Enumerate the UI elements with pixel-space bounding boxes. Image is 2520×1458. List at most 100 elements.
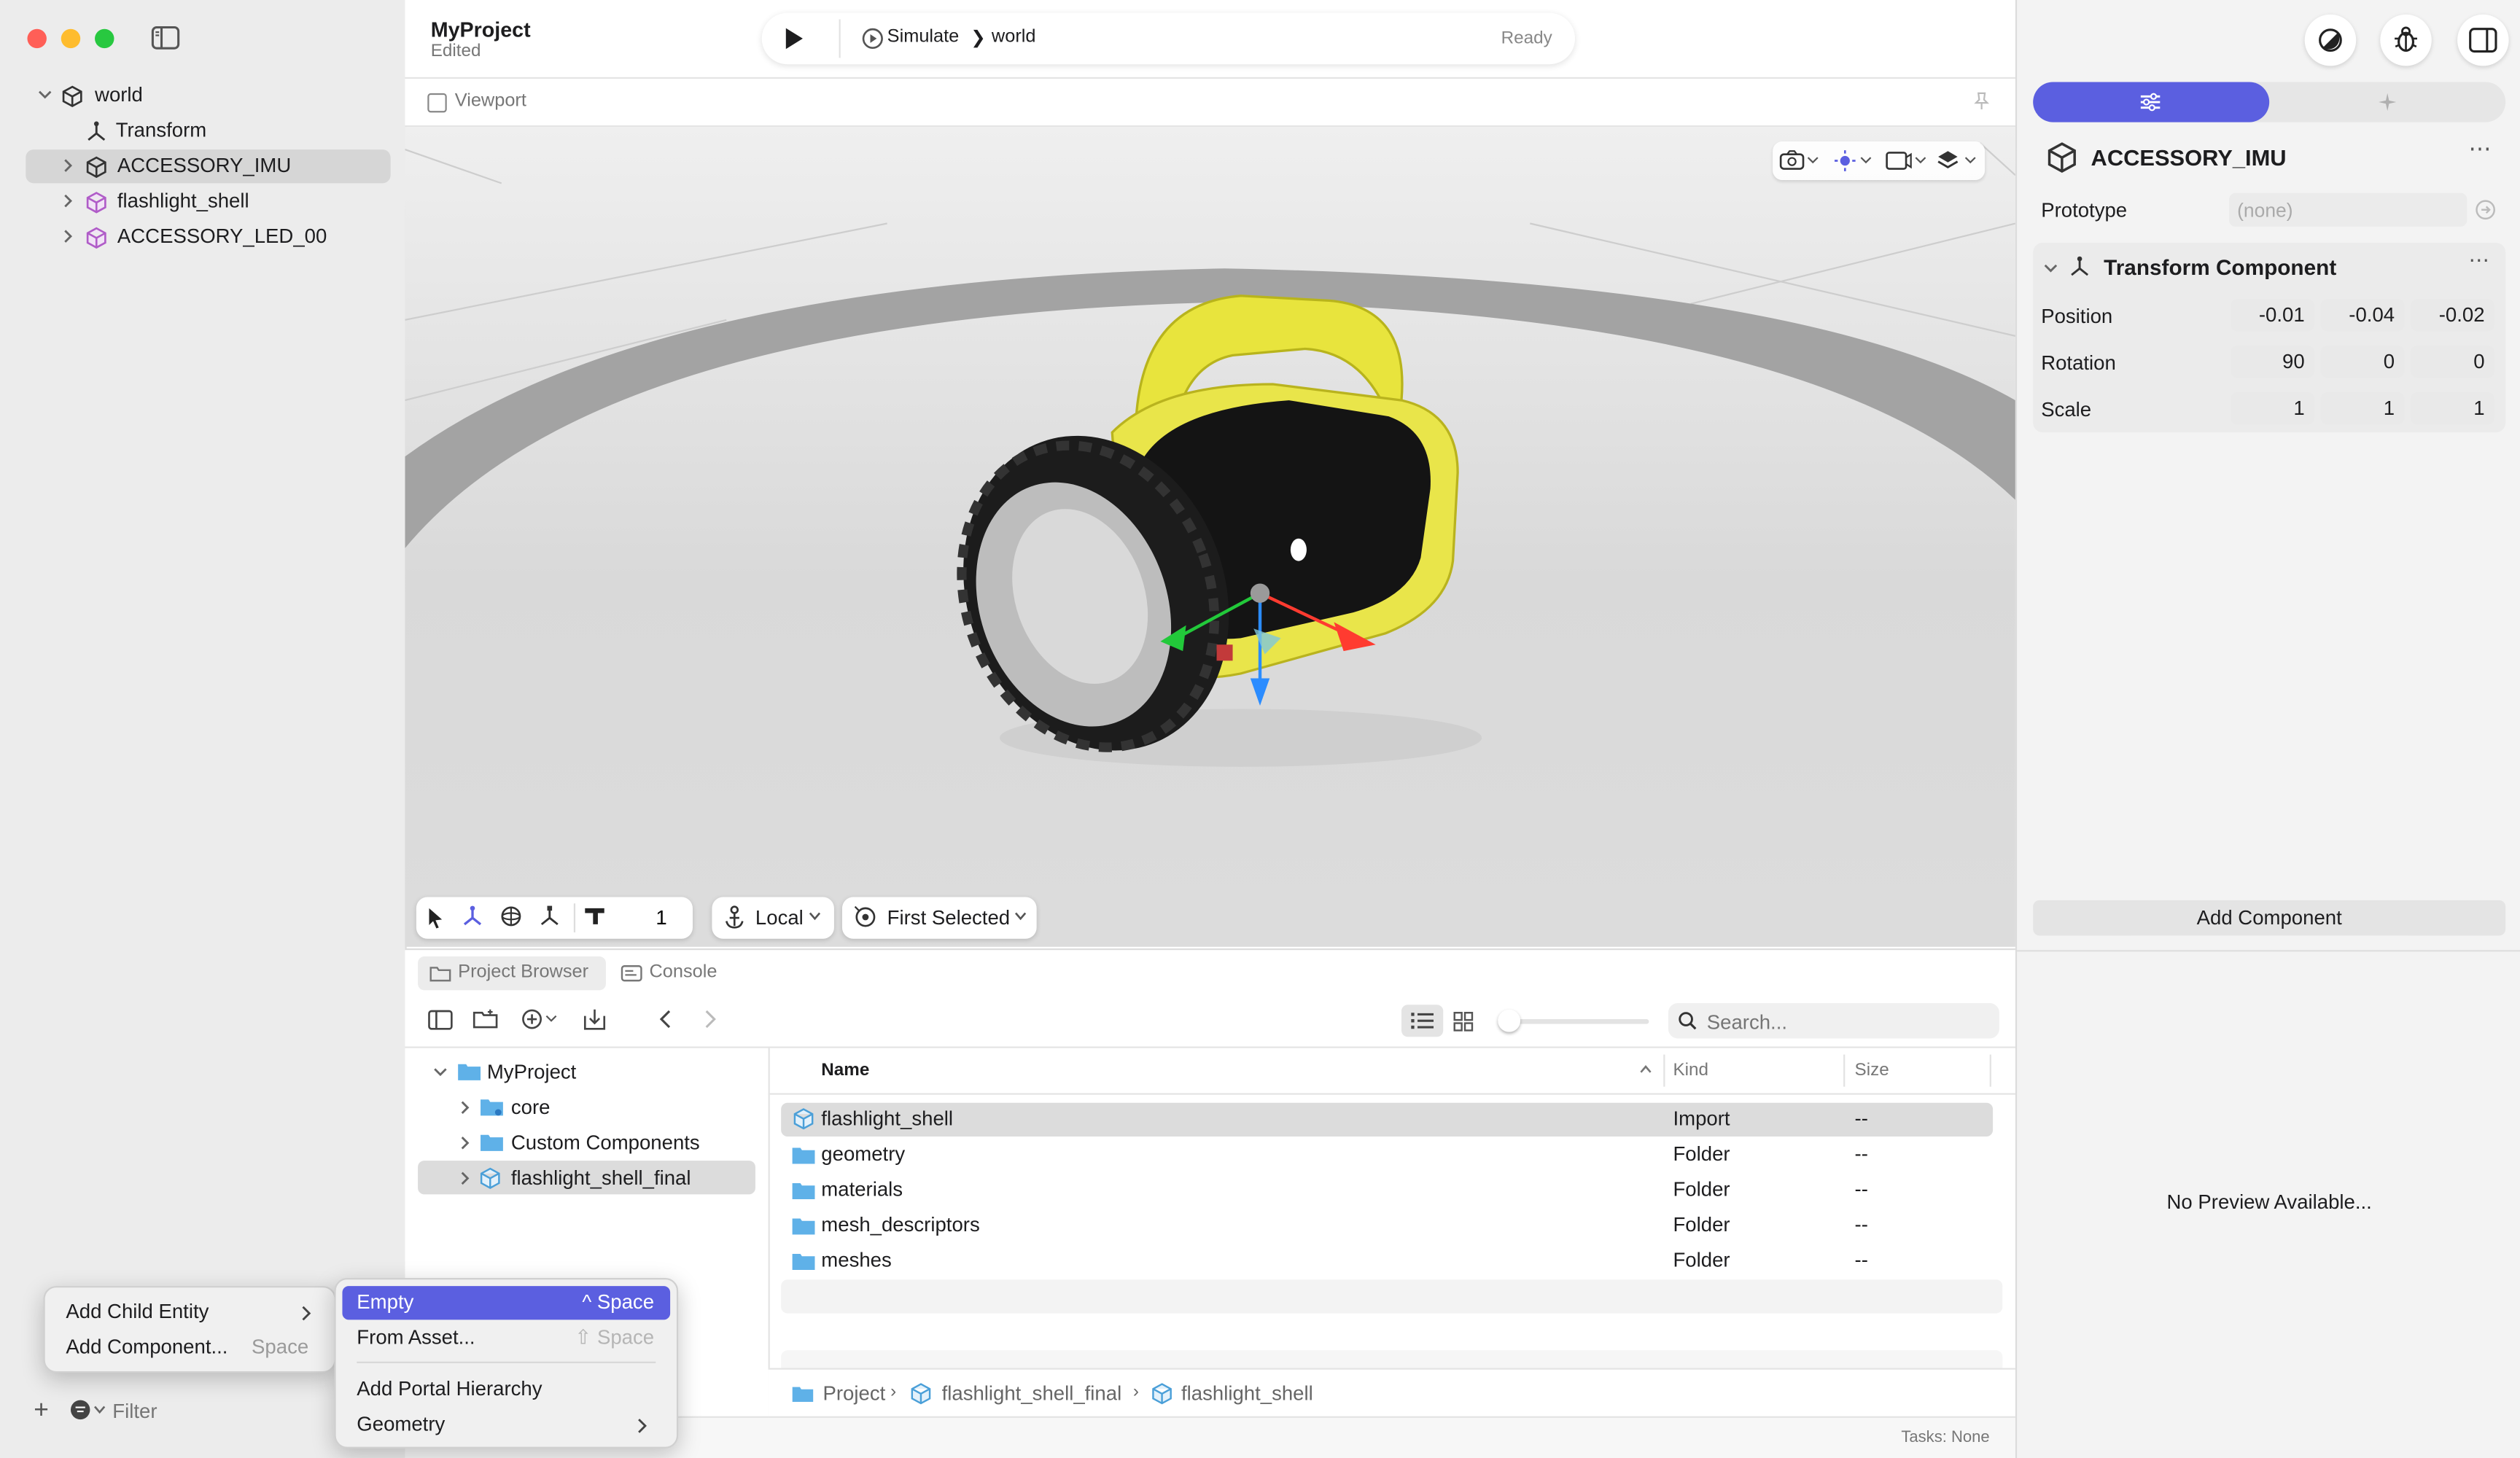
search-input[interactable]: [1703, 1006, 1996, 1039]
path-segment[interactable]: flashlight_shell_final: [942, 1382, 1122, 1405]
column-name[interactable]: Name: [821, 1061, 869, 1080]
select-tool-icon[interactable]: [426, 907, 445, 929]
file-row[interactable]: flashlight_shell Import --: [781, 1102, 1994, 1137]
from-asset-item[interactable]: From Asset... ⇧ Space: [342, 1322, 670, 1355]
chevron-down-icon[interactable]: [432, 1064, 448, 1080]
chevron-down-icon: [809, 911, 822, 921]
import-icon[interactable]: [583, 1008, 606, 1031]
sidebar-toggle-icon[interactable]: [151, 26, 180, 50]
3d-viewport[interactable]: [405, 127, 2015, 947]
toggle-sidebar-icon[interactable]: [427, 1010, 453, 1031]
position-y-field[interactable]: -0.04: [2320, 299, 2405, 332]
chevron-right-icon[interactable]: [60, 193, 76, 209]
add-asset-icon[interactable]: [521, 1008, 562, 1031]
path-segment[interactable]: Project: [822, 1382, 885, 1405]
menu-item-label: Add Portal Hierarchy: [357, 1377, 542, 1400]
prototype-field[interactable]: (none): [2229, 192, 2468, 227]
new-folder-icon[interactable]: [472, 1008, 499, 1031]
path-segment[interactable]: flashlight_shell: [1181, 1382, 1313, 1405]
lighting-icon[interactable]: [1834, 149, 1875, 172]
chevron-down-icon[interactable]: [37, 87, 53, 103]
display-mode-icon[interactable]: [1885, 149, 1930, 172]
grid-view-icon[interactable]: [1453, 1011, 1474, 1032]
play-button[interactable]: [782, 26, 805, 51]
pivot-dropdown[interactable]: First Selected: [841, 897, 1037, 939]
space-dropdown[interactable]: Local: [712, 897, 834, 939]
properties-tab[interactable]: [2033, 82, 2270, 122]
rotation-x-field[interactable]: 90: [2231, 346, 2314, 378]
viewport-checkbox[interactable]: [427, 93, 447, 113]
forward-icon[interactable]: [702, 1010, 718, 1029]
hierarchy-item-accessory-led[interactable]: ACCESSORY_LED_00: [26, 220, 390, 254]
component-more-icon[interactable]: ⋯: [2468, 248, 2489, 273]
hierarchy-item-accessory-imu[interactable]: ACCESSORY_IMU: [26, 149, 391, 184]
scale-y-field[interactable]: 1: [2320, 392, 2405, 425]
file-row[interactable]: geometry Folder --: [781, 1138, 1993, 1172]
scale-tool-icon[interactable]: [538, 905, 561, 927]
add-child-entity-item[interactable]: Add Child Entity: [52, 1295, 325, 1329]
pin-icon[interactable]: [1974, 92, 1990, 111]
thumbnail-size-slider[interactable]: [1498, 1019, 1649, 1024]
hierarchy-item-world[interactable]: world: [26, 79, 390, 112]
simulate-button[interactable]: Simulate: [887, 27, 960, 46]
position-z-field[interactable]: -0.02: [2411, 299, 2494, 332]
list-view-icon[interactable]: [1401, 1005, 1444, 1037]
viewport-tab-label[interactable]: Viewport: [455, 92, 526, 111]
rotation-z-field[interactable]: 0: [2411, 346, 2494, 378]
geometry-item[interactable]: Geometry: [342, 1408, 670, 1442]
entity-more-icon[interactable]: ⋯: [2468, 135, 2491, 162]
appearance-button[interactable]: [2304, 14, 2357, 66]
snap-step-input[interactable]: [615, 903, 683, 932]
chevron-down-icon[interactable]: [2042, 260, 2058, 276]
filter-input[interactable]: [109, 1395, 325, 1428]
folder-tree-item[interactable]: Custom Components: [418, 1126, 755, 1159]
add-component-item[interactable]: Add Component... Space: [52, 1331, 325, 1365]
minimize-window-button[interactable]: [61, 28, 81, 49]
move-tool-icon[interactable]: [462, 905, 484, 927]
folder-tree-item[interactable]: flashlight_shell_final: [418, 1161, 755, 1195]
folder-tree-item[interactable]: core: [418, 1090, 755, 1123]
cube-icon: [2048, 142, 2076, 173]
zoom-window-button[interactable]: [95, 28, 114, 49]
position-x-field[interactable]: -0.01: [2231, 299, 2314, 332]
sort-ascending-icon[interactable]: [1639, 1064, 1652, 1074]
camera-icon[interactable]: [1779, 149, 1821, 172]
filter-options-icon[interactable]: [69, 1398, 108, 1421]
hierarchy-item-transform[interactable]: Transform: [26, 114, 390, 148]
debug-button[interactable]: [2380, 14, 2432, 66]
breadcrumb-world[interactable]: world: [992, 27, 1036, 46]
back-icon[interactable]: [657, 1010, 673, 1029]
chevron-right-icon[interactable]: [456, 1099, 472, 1115]
tab-project-browser[interactable]: Project Browser: [418, 956, 606, 991]
chevron-right-icon[interactable]: [456, 1170, 472, 1186]
tab-console[interactable]: Console: [617, 956, 729, 990]
rotate-tool-icon[interactable]: [499, 905, 522, 927]
add-icon[interactable]: +: [34, 1397, 49, 1426]
go-to-prototype-icon[interactable]: [2475, 199, 2496, 220]
column-size[interactable]: Size: [1855, 1061, 1889, 1080]
breadcrumb-separator-icon: ❯: [971, 28, 986, 49]
layers-icon[interactable]: [1937, 149, 1982, 172]
file-row[interactable]: meshes Folder --: [781, 1244, 1993, 1278]
behaviors-tab[interactable]: [2269, 82, 2505, 122]
chevron-right-icon[interactable]: [60, 228, 76, 244]
snap-icon[interactable]: [583, 905, 606, 927]
inspector-toggle-button[interactable]: [2457, 14, 2509, 66]
file-row[interactable]: materials Folder --: [781, 1174, 1993, 1207]
file-row[interactable]: mesh_descriptors Folder --: [781, 1209, 1993, 1242]
slider-handle[interactable]: [1498, 1009, 1521, 1032]
scale-x-field[interactable]: 1: [2231, 392, 2314, 425]
chevron-right-icon[interactable]: [456, 1135, 472, 1151]
add-portal-hierarchy-item[interactable]: Add Portal Hierarchy: [342, 1373, 670, 1406]
column-kind[interactable]: Kind: [1673, 1061, 1708, 1080]
scene-render[interactable]: [405, 127, 2015, 947]
hierarchy-item-flashlight-shell[interactable]: flashlight_shell: [26, 185, 390, 219]
scale-z-field[interactable]: 1: [2411, 392, 2494, 425]
add-component-button[interactable]: Add Component: [2033, 900, 2506, 936]
chevron-right-icon[interactable]: [60, 157, 76, 174]
entity-name[interactable]: ACCESSORY_IMU: [2091, 144, 2287, 170]
rotation-y-field[interactable]: 0: [2320, 346, 2405, 378]
empty-item[interactable]: Empty ^ Space: [342, 1286, 671, 1320]
close-window-button[interactable]: [27, 28, 47, 49]
folder-tree-item[interactable]: MyProject: [418, 1055, 755, 1088]
